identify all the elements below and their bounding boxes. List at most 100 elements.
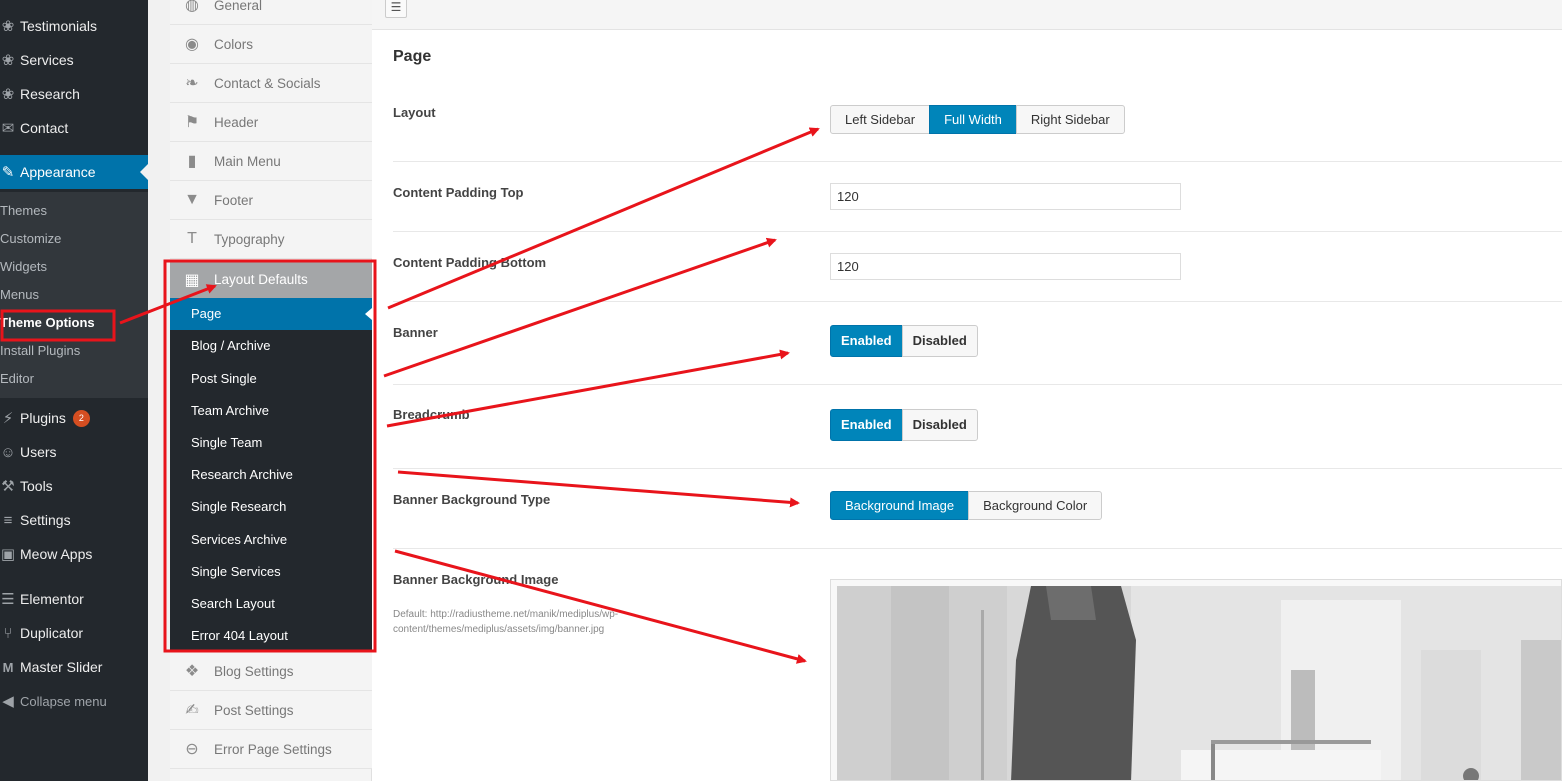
subnav-blog-archive[interactable]: Blog / Archive xyxy=(170,330,372,362)
subnav-page[interactable]: Page xyxy=(170,298,372,330)
menu-elementor[interactable]: ☰ Elementor xyxy=(0,582,148,616)
submenu-themes[interactable]: Themes xyxy=(0,197,148,225)
submenu-customize[interactable]: Customize xyxy=(0,225,148,253)
submenu-menus[interactable]: Menus xyxy=(0,281,148,309)
m-icon: M xyxy=(2,659,14,675)
book-icon: ▮ xyxy=(187,153,197,170)
submenu-install-plugins[interactable]: Install Plugins xyxy=(0,337,148,365)
globe-icon: ◍ xyxy=(185,0,199,14)
nav-contact-socials[interactable]: ❧ Contact & Socials xyxy=(170,64,372,103)
subnav-research-archive[interactable]: Research Archive xyxy=(170,459,372,491)
row-banner: Banner Enabled Disabled xyxy=(393,302,1562,385)
twitter-icon: ❧ xyxy=(185,75,199,92)
nav-typography[interactable]: T Typography xyxy=(170,220,372,259)
menu-users[interactable]: ☺ Users xyxy=(0,435,148,469)
menu-services[interactable]: ❀ Services xyxy=(0,43,148,77)
layout-left-sidebar-button[interactable]: Left Sidebar xyxy=(830,105,931,134)
theme-options-nav: ◍ General ◉ Colors ❧ Contact & Socials ⚑… xyxy=(148,0,372,781)
triangle-down-icon: ▼ xyxy=(184,191,200,208)
paintbrush-icon: ✎ xyxy=(1,164,15,181)
breadcrumb-enabled-button[interactable]: Enabled xyxy=(830,409,903,441)
subnav-search-layout[interactable]: Search Layout xyxy=(170,588,372,620)
plugins-update-badge: 2 xyxy=(72,409,90,427)
bg-color-button[interactable]: Background Color xyxy=(968,491,1103,520)
banner-enabled-button[interactable]: Enabled xyxy=(830,325,903,357)
menu-research[interactable]: ❀ Research xyxy=(0,77,148,111)
banner-bg-image-desc: Default: http://radiustheme.net/manik/me… xyxy=(393,609,619,635)
wp-admin-sidebar: ❀ Testimonials ❀ Services ❀ Research ✉ C… xyxy=(0,0,148,781)
tags-icon: ❖ xyxy=(184,663,200,680)
section-title: Page xyxy=(393,48,432,65)
nav-post-settings[interactable]: ✍ Post Settings xyxy=(170,691,372,730)
submenu-theme-options[interactable]: Theme Options xyxy=(0,309,148,337)
award-icon: ❀ xyxy=(1,52,15,69)
subnav-single-team[interactable]: Single Team xyxy=(170,427,372,459)
edit-icon: ✍ xyxy=(185,702,199,719)
menu-tools[interactable]: ⚒ Tools xyxy=(0,469,148,503)
eye-icon: ◉ xyxy=(185,36,199,53)
layout-full-width-button[interactable]: Full Width xyxy=(929,105,1017,134)
minus-circle-icon: ⊖ xyxy=(185,741,199,758)
nav-error-page-settings[interactable]: ⊖ Error Page Settings xyxy=(170,730,372,769)
mail-icon: ✉ xyxy=(1,120,15,137)
padding-top-input[interactable]: 120 xyxy=(830,183,1181,210)
camera-icon: ▣ xyxy=(0,546,16,563)
collapse-icon: ◀ xyxy=(2,693,14,710)
breadcrumb-label: Breadcrumb xyxy=(393,407,470,422)
subnav-error-404-layout[interactable]: Error 404 Layout xyxy=(170,620,372,652)
submenu-widgets[interactable]: Widgets xyxy=(0,253,148,281)
row-layout: Layout Left Sidebar Full Width Right Sid… xyxy=(393,92,1562,162)
layout-buttonset: Left Sidebar Full Width Right Sidebar xyxy=(830,105,1125,134)
layout-label: Layout xyxy=(393,105,436,120)
share-icon: ⑂ xyxy=(3,624,13,642)
banner-bg-image-label: Banner Background Image xyxy=(393,572,559,587)
menu-appearance[interactable]: ✎ Appearance xyxy=(0,155,148,189)
options-toolbar: ☰ xyxy=(372,0,1562,30)
nav-main-menu[interactable]: ▮ Main Menu xyxy=(170,142,372,181)
menu-duplicator[interactable]: ⑂ Duplicator xyxy=(0,616,148,650)
nav-blog-settings[interactable]: ❖ Blog Settings xyxy=(170,652,372,691)
padding-bottom-input[interactable]: 120 xyxy=(830,253,1181,280)
nav-general[interactable]: ◍ General xyxy=(170,0,372,25)
layout-right-sidebar-button[interactable]: Right Sidebar xyxy=(1015,105,1125,134)
menu-collapse[interactable]: ◀ Collapse menu xyxy=(0,684,148,718)
row-padding-bottom: Content Padding Bottom 120 xyxy=(393,232,1562,302)
padding-top-label: Content Padding Top xyxy=(393,185,524,200)
subnav-post-single[interactable]: Post Single xyxy=(170,363,372,395)
sliders-icon: ≡ xyxy=(3,511,13,529)
row-breadcrumb: Breadcrumb Enabled Disabled xyxy=(393,385,1562,469)
nav-footer[interactable]: ▼ Footer xyxy=(170,181,372,220)
breadcrumb-disabled-button[interactable]: Disabled xyxy=(901,409,978,441)
menu-plugins[interactable]: ⚡ Plugins 2 xyxy=(0,401,148,435)
elementor-icon: ☰ xyxy=(1,591,15,608)
breadcrumb-buttonset: Enabled Disabled xyxy=(830,409,978,441)
menu-testimonials[interactable]: ❀ Testimonials xyxy=(0,9,148,43)
award-icon: ❀ xyxy=(1,86,15,103)
menu-settings[interactable]: ≡ Settings xyxy=(0,503,148,537)
menu-master-slider[interactable]: M Master Slider xyxy=(0,650,148,684)
nav-layout-defaults[interactable]: ▦ Layout Defaults xyxy=(170,260,372,299)
page-settings-panel: Page Layout Left Sidebar Full Width Righ… xyxy=(372,30,1562,781)
list-icon: ☰ xyxy=(390,0,402,14)
subnav-services-archive[interactable]: Services Archive xyxy=(170,524,372,556)
submenu-editor[interactable]: Editor xyxy=(0,365,148,393)
padding-bottom-label: Content Padding Bottom xyxy=(393,255,547,270)
menu-contact[interactable]: ✉ Contact xyxy=(0,111,148,145)
expand-options-button[interactable]: ☰ xyxy=(385,0,407,18)
banner-image-preview[interactable] xyxy=(830,579,1562,781)
menu-meow-apps[interactable]: ▣ Meow Apps xyxy=(0,537,148,571)
nav-colors[interactable]: ◉ Colors xyxy=(170,25,372,64)
subnav-single-research[interactable]: Single Research xyxy=(170,491,372,523)
banner-bg-type-buttonset: Background Image Background Color xyxy=(830,491,1103,520)
banner-buttonset: Enabled Disabled xyxy=(830,325,978,357)
row-padding-top: Content Padding Top 120 xyxy=(393,162,1562,232)
banner-disabled-button[interactable]: Disabled xyxy=(901,325,978,357)
banner-label: Banner xyxy=(393,325,438,340)
wrench-icon: ⚒ xyxy=(1,478,15,495)
subnav-team-archive[interactable]: Team Archive xyxy=(170,395,372,427)
nav-header[interactable]: ⚑ Header xyxy=(170,103,372,142)
text-icon: T xyxy=(187,230,197,247)
user-icon: ☺ xyxy=(0,443,16,461)
bg-image-button[interactable]: Background Image xyxy=(830,491,970,520)
subnav-single-services[interactable]: Single Services xyxy=(170,556,372,588)
